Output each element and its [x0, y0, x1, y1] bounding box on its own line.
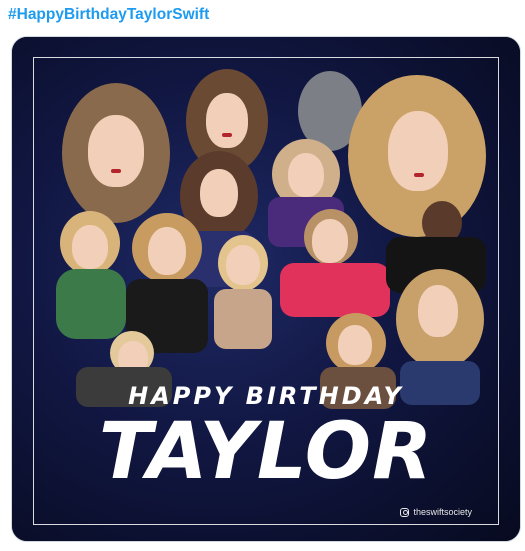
collage-photo-mid-pink	[274, 207, 394, 317]
collage-photo-top-left	[56, 77, 176, 227]
credit: theswiftsociety	[400, 507, 472, 517]
tweet-image[interactable]: HAPPY BIRTHDAY TAYLOR theswiftsociety	[11, 36, 521, 542]
headline-taylor: TAYLOR	[98, 407, 434, 497]
collage-photo-lower-center	[208, 233, 278, 353]
credit-text: theswiftsociety	[413, 507, 472, 517]
collage-photo-mid-left	[52, 209, 130, 339]
instagram-icon	[400, 507, 410, 517]
headline-happy-birthday: HAPPY BIRTHDAY	[128, 382, 404, 410]
hashtag-link[interactable]: #HappyBirthdayTaylorSwift	[8, 6, 209, 24]
